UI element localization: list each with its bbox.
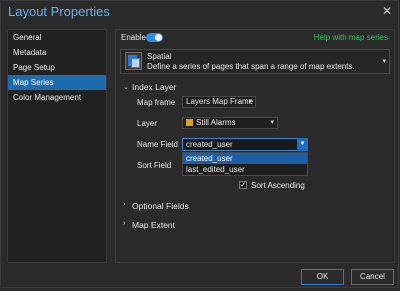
layer-dropdown[interactable]: Still Alarms ▾ (182, 117, 278, 129)
layer-value: Still Alarms (196, 118, 236, 127)
sidebar-item-page-setup[interactable]: Page Setup (8, 60, 106, 75)
name-field-label: Name Field (137, 140, 178, 149)
sidebar: General Metadata Page Setup Map Series C… (7, 29, 107, 263)
close-icon[interactable]: ✕ (380, 4, 394, 18)
name-field-select[interactable]: created_user (182, 138, 308, 151)
layer-label: Layer (137, 119, 158, 128)
dialog-title: Layout Properties (8, 4, 110, 19)
chevron-down-icon[interactable]: ▼ (297, 138, 308, 151)
list-item[interactable]: created_user (183, 153, 307, 164)
map-frame-value: Layers Map Frame (186, 97, 254, 106)
title-bar: Layout Properties ✕ (1, 1, 400, 25)
help-link[interactable]: Help with map series (314, 33, 388, 42)
sort-ascending-checkbox[interactable]: ✓ (239, 181, 247, 189)
sidebar-item-metadata[interactable]: Metadata (8, 45, 106, 60)
sidebar-item-general[interactable]: General (8, 30, 106, 45)
name-field-options: created_user last_edited_user (182, 152, 308, 176)
enable-toggle[interactable] (146, 33, 163, 42)
map-frame-dropdown[interactable]: Layers Map Frame ▾ (182, 96, 256, 108)
chevron-down-icon[interactable]: ⌄ (123, 83, 129, 91)
map-series-panel: Enable Help with map series Spatial Defi… (115, 29, 395, 263)
sidebar-item-map-series[interactable]: Map Series (8, 75, 106, 90)
cancel-button[interactable]: Cancel (351, 269, 394, 285)
chevron-right-icon[interactable]: › (123, 220, 125, 227)
sort-ascending-label: Sort Ascending (251, 181, 305, 190)
chevron-down-icon: ▾ (270, 119, 274, 126)
layer-icon (186, 119, 193, 126)
series-type-name: Spatial (147, 52, 172, 61)
layout-properties-dialog: Layout Properties ✕ General Metadata Pag… (0, 0, 399, 288)
spatial-series-icon (125, 52, 142, 70)
sidebar-item-color-management[interactable]: Color Management (8, 90, 106, 105)
list-item[interactable]: last_edited_user (183, 164, 307, 175)
series-type-selector[interactable]: Spatial Define a series of pages that sp… (120, 49, 390, 74)
chevron-down-icon: ▾ (248, 98, 252, 105)
series-type-description: Define a series of pages that span a ran… (147, 62, 355, 71)
map-extent-heading[interactable]: Map Extent (132, 220, 175, 230)
toggle-knob (155, 34, 162, 41)
chevron-right-icon[interactable]: › (123, 201, 125, 208)
map-frame-label: Map frame (137, 98, 176, 107)
ok-button[interactable]: OK (301, 269, 344, 285)
enable-label: Enable (121, 33, 146, 42)
index-layer-heading[interactable]: Index Layer (132, 82, 176, 92)
optional-fields-heading[interactable]: Optional Fields (132, 201, 189, 211)
sort-field-label: Sort Field (137, 161, 172, 170)
chevron-down-icon: ▾ (382, 58, 386, 65)
